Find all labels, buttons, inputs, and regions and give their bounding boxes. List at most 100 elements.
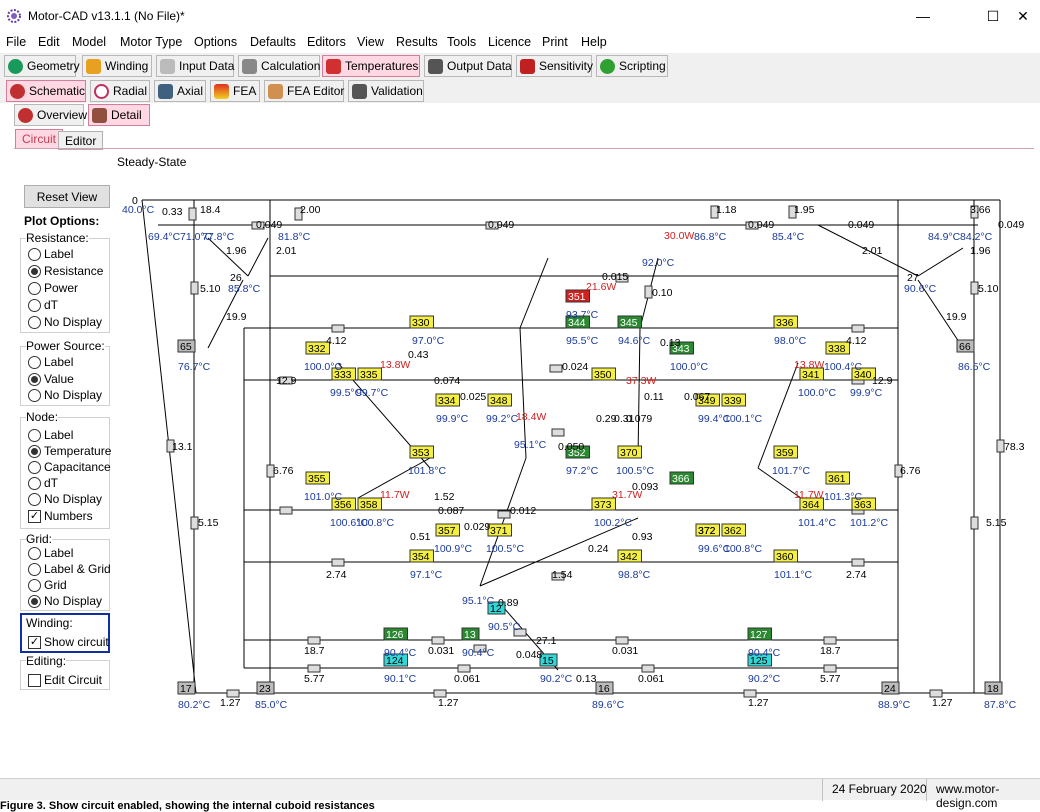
resistor-11[interactable] [996,439,1005,453]
resistor-30[interactable] [615,636,629,645]
resistor-19[interactable] [929,689,943,698]
node-label-358: 358 [360,499,378,511]
menu-licence[interactable]: Licence [488,35,531,49]
minimize-button[interactable]: — [900,0,946,32]
node-option-capacitance[interactable]: Capacitance [28,460,111,474]
resistor-39[interactable] [497,510,511,519]
resistance-label: 1.96 [226,245,247,257]
resistor-14[interactable] [190,516,199,530]
menu-tools[interactable]: Tools [447,35,476,49]
power-option-no-display[interactable]: No Display [28,388,102,402]
menu-view[interactable]: View [357,35,384,49]
tab-calculation[interactable]: Calculation [238,55,320,77]
node-option-dt[interactable]: dT [28,476,58,490]
node-label-336: 336 [776,317,794,329]
resistor-29[interactable] [431,636,445,645]
tab-scripting[interactable]: Scripting [596,55,668,77]
resistance-group-title: Resistance: [26,231,89,245]
menu-motor-type[interactable]: Motor Type [120,35,182,49]
resistor-26[interactable] [331,558,345,567]
temperature-label: 99.9°C [850,387,883,399]
resistor-33[interactable] [457,664,471,673]
resistor-17[interactable] [433,689,447,698]
node-label-65: 65 [180,341,192,353]
resistor-20[interactable] [331,324,345,333]
resistor-18[interactable] [743,689,757,698]
grid-option-label-grid[interactable]: Label & Grid [28,562,111,576]
power-option-label[interactable]: Label [28,355,73,369]
node-option-temperature[interactable]: Temperature [28,444,111,458]
tab-axial[interactable]: Axial [154,80,206,102]
tab-sensitivity[interactable]: Sensitivity [516,55,593,77]
node-numbers-checkbox[interactable]: ✓ Numbers [28,509,93,523]
tab-schematic[interactable]: Schematic [6,80,86,102]
resistor-27[interactable] [851,558,865,567]
resistor-34[interactable] [641,664,655,673]
temperature-label: 84.2°C [960,231,993,243]
node-option-no-display[interactable]: No Display [28,492,102,506]
resistance-label: 0.049 [748,219,774,231]
menu-help[interactable]: Help [581,35,607,49]
tab-input-data[interactable]: Input Data [156,55,234,77]
tab-validation[interactable]: Validation [348,80,424,102]
resistance-option-dt[interactable]: dT [28,298,58,312]
grid-option-no-display[interactable]: No Display [28,594,102,608]
resistor-43[interactable] [644,285,653,299]
tab-circuit[interactable]: Circuit [15,129,64,148]
resistance-label: 1.27 [438,697,459,709]
tab-winding[interactable]: Winding [82,55,152,77]
tab-geometry[interactable]: Geometry [4,55,80,77]
status-bar: 24 February 2020 www.motor-design.com [0,778,1040,810]
status-date: 24 February 2020 [832,782,927,796]
resistor-16[interactable] [226,689,240,698]
thermal-circuit-diagram[interactable]: 026 2765 6617 23 16 24 18330332333 335334336338… [118,188,1028,713]
resistor-0[interactable] [188,207,197,221]
resistor-8[interactable] [190,281,199,295]
tab-output-data[interactable]: Output Data [424,55,512,77]
resistor-40[interactable] [551,428,565,437]
tab-fea-editor[interactable]: FEA Editor [264,80,344,102]
tab-overview[interactable]: Overview [14,104,87,126]
menu-file[interactable]: File [6,35,26,49]
resistor-41[interactable] [549,364,563,373]
resistor-24[interactable] [279,506,293,515]
resistance-label: 2.01 [862,245,883,257]
node-label-366: 366 [672,473,690,485]
resistor-32[interactable] [307,664,321,673]
temperature-label: 95.1°C [462,595,495,607]
tab-fea[interactable]: FEA [210,80,260,102]
grid-option-grid[interactable]: Grid [28,578,67,592]
power-option-value[interactable]: Value [28,372,74,386]
resistance-label: 0.031 [428,645,454,657]
menu-print[interactable]: Print [542,35,568,49]
resistance-option-resistance[interactable]: Resistance [28,264,103,278]
resistor-21[interactable] [851,324,865,333]
power-source-label: 37.3W [626,375,656,387]
resistor-31[interactable] [823,636,837,645]
menu-results[interactable]: Results [396,35,438,49]
tab-temperatures[interactable]: Temperatures [322,55,420,77]
tab-detail[interactable]: Detail [88,104,150,126]
edit-circuit-checkbox[interactable]: Edit Circuit [28,673,102,687]
reset-view-button[interactable]: Reset View [24,185,110,208]
close-button[interactable]: ✕ [1000,0,1040,32]
menu-model[interactable]: Model [72,35,106,49]
menu-edit[interactable]: Edit [38,35,60,49]
resistance-option-no-display[interactable]: No Display [28,315,102,329]
show-circuit-checkbox[interactable]: ✓ Show circuit [28,635,109,649]
menu-defaults[interactable]: Defaults [250,35,296,49]
resistor-35[interactable] [823,664,837,673]
resistance-option-label[interactable]: Label [28,247,73,261]
resistor-9[interactable] [970,281,979,295]
tab-radial[interactable]: Radial [90,80,150,102]
temperature-label: 100.0°C [304,361,342,373]
winding-icon [86,59,101,74]
temperature-label: 101.0°C [304,491,342,503]
menu-editors[interactable]: Editors [307,35,346,49]
resistance-option-power[interactable]: Power [28,281,78,295]
node-option-label[interactable]: Label [28,428,73,442]
grid-option-label[interactable]: Label [28,546,73,560]
menu-options[interactable]: Options [194,35,237,49]
resistor-15[interactable] [970,516,979,530]
resistor-28[interactable] [307,636,321,645]
